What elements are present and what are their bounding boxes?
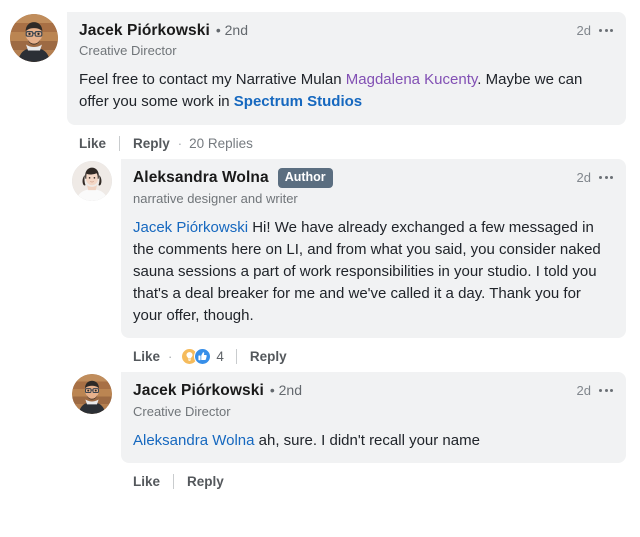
comment-actions: Like · — [121, 338, 626, 366]
comment-body-column: Aleksandra Wolna Author narrative design… — [121, 159, 626, 367]
reaction-count: 4 — [216, 349, 224, 364]
author-name[interactable]: Jacek Piórkowski — [79, 21, 210, 40]
author-name-row: Jacek Piórkowski • 2nd — [79, 21, 567, 40]
action-dot-separator: · — [168, 349, 172, 364]
comment-bubble: Jacek Piórkowski • 2nd Creative Director… — [121, 372, 626, 462]
mention-jacek-piorkowski[interactable]: Jacek Piórkowski — [133, 219, 248, 236]
comment-text: Feel free to contact my Narrative Mulan … — [79, 69, 614, 113]
comment-actions: Like Reply — [121, 463, 626, 491]
reaction-icon-group — [181, 348, 211, 365]
comment-meta: 2d — [577, 21, 614, 38]
replies-count-button[interactable]: 20 Replies — [189, 136, 253, 151]
author-badge: Author — [278, 168, 333, 188]
comment-timestamp: 2d — [577, 23, 591, 38]
comment-text: Jacek Piórkowski Hi! We have already exc… — [133, 217, 614, 328]
comment-text-segment: Feel free to contact my Narrative Mulan — [79, 71, 346, 88]
comment-thread: Jacek Piórkowski • 2nd Creative Director… — [0, 0, 640, 491]
mention-magdalena-kucenty[interactable]: Magdalena Kucenty — [346, 71, 477, 88]
comment-timestamp: 2d — [577, 170, 591, 185]
comment-author-info: Aleksandra Wolna Author narrative design… — [133, 168, 567, 208]
link-spectrum-studios[interactable]: Spectrum Studios — [234, 93, 362, 110]
connection-degree: • 2nd — [216, 22, 248, 40]
comment-author-info: Jacek Piórkowski • 2nd Creative Director — [133, 381, 567, 420]
author-name-row: Jacek Piórkowski • 2nd — [133, 381, 567, 400]
author-name[interactable]: Jacek Piórkowski — [133, 381, 264, 400]
more-options-icon[interactable] — [598, 387, 614, 394]
avatar-jacek-piorkowski[interactable] — [10, 14, 58, 62]
comment-item: Jacek Piórkowski • 2nd Creative Director… — [72, 372, 626, 490]
avatar-aleksandra-wolna[interactable] — [72, 161, 112, 201]
author-headline: Creative Director — [79, 43, 567, 60]
comment-meta: 2d — [577, 168, 614, 185]
author-headline: narrative designer and writer — [133, 191, 567, 208]
reply-button[interactable]: Reply — [132, 134, 171, 153]
mention-aleksandra-wolna[interactable]: Aleksandra Wolna — [133, 432, 254, 449]
comment-author-info: Jacek Piórkowski • 2nd Creative Director — [79, 21, 567, 60]
like-button[interactable]: Like — [132, 472, 161, 491]
reply-button[interactable]: Reply — [186, 472, 225, 491]
reply-button[interactable]: Reply — [249, 347, 288, 366]
comment-body-column: Jacek Piórkowski • 2nd Creative Director… — [67, 12, 626, 153]
action-divider — [236, 349, 237, 364]
comment-text-segment: ah, sure. I didn't recall your name — [254, 432, 479, 449]
reactions-summary[interactable]: 4 — [181, 348, 224, 365]
comment-header: Aleksandra Wolna Author narrative design… — [133, 168, 614, 208]
comment-timestamp: 2d — [577, 383, 591, 398]
comment-item: Jacek Piórkowski • 2nd Creative Director… — [10, 12, 626, 153]
action-divider — [173, 474, 174, 489]
like-button[interactable]: Like — [78, 134, 107, 153]
avatar-wrap[interactable] — [72, 159, 112, 201]
comment-bubble: Jacek Piórkowski • 2nd Creative Director… — [67, 12, 626, 125]
connection-degree: • 2nd — [270, 382, 302, 400]
avatar-wrap[interactable] — [72, 372, 112, 414]
avatar-wrap[interactable] — [10, 12, 58, 62]
like-button[interactable]: Like — [132, 347, 161, 366]
action-divider — [119, 136, 120, 151]
author-name-row: Aleksandra Wolna Author — [133, 168, 567, 188]
comment-header: Jacek Piórkowski • 2nd Creative Director… — [79, 21, 614, 60]
comment-text: Aleksandra Wolna ah, sure. I didn't reca… — [133, 430, 614, 452]
action-dot-separator: · — [178, 136, 182, 151]
like-reaction-icon — [194, 348, 211, 365]
comment-item: Aleksandra Wolna Author narrative design… — [72, 159, 626, 367]
avatar-jacek-piorkowski[interactable] — [72, 374, 112, 414]
comment-bubble: Aleksandra Wolna Author narrative design… — [121, 159, 626, 339]
comment-actions: Like Reply · 20 Replies — [67, 125, 626, 153]
more-options-icon[interactable] — [598, 27, 614, 34]
comment-body-column: Jacek Piórkowski • 2nd Creative Director… — [121, 372, 626, 490]
author-name[interactable]: Aleksandra Wolna — [133, 168, 269, 187]
author-headline: Creative Director — [133, 404, 567, 421]
comment-header: Jacek Piórkowski • 2nd Creative Director… — [133, 381, 614, 420]
comment-meta: 2d — [577, 381, 614, 398]
more-options-icon[interactable] — [598, 174, 614, 181]
